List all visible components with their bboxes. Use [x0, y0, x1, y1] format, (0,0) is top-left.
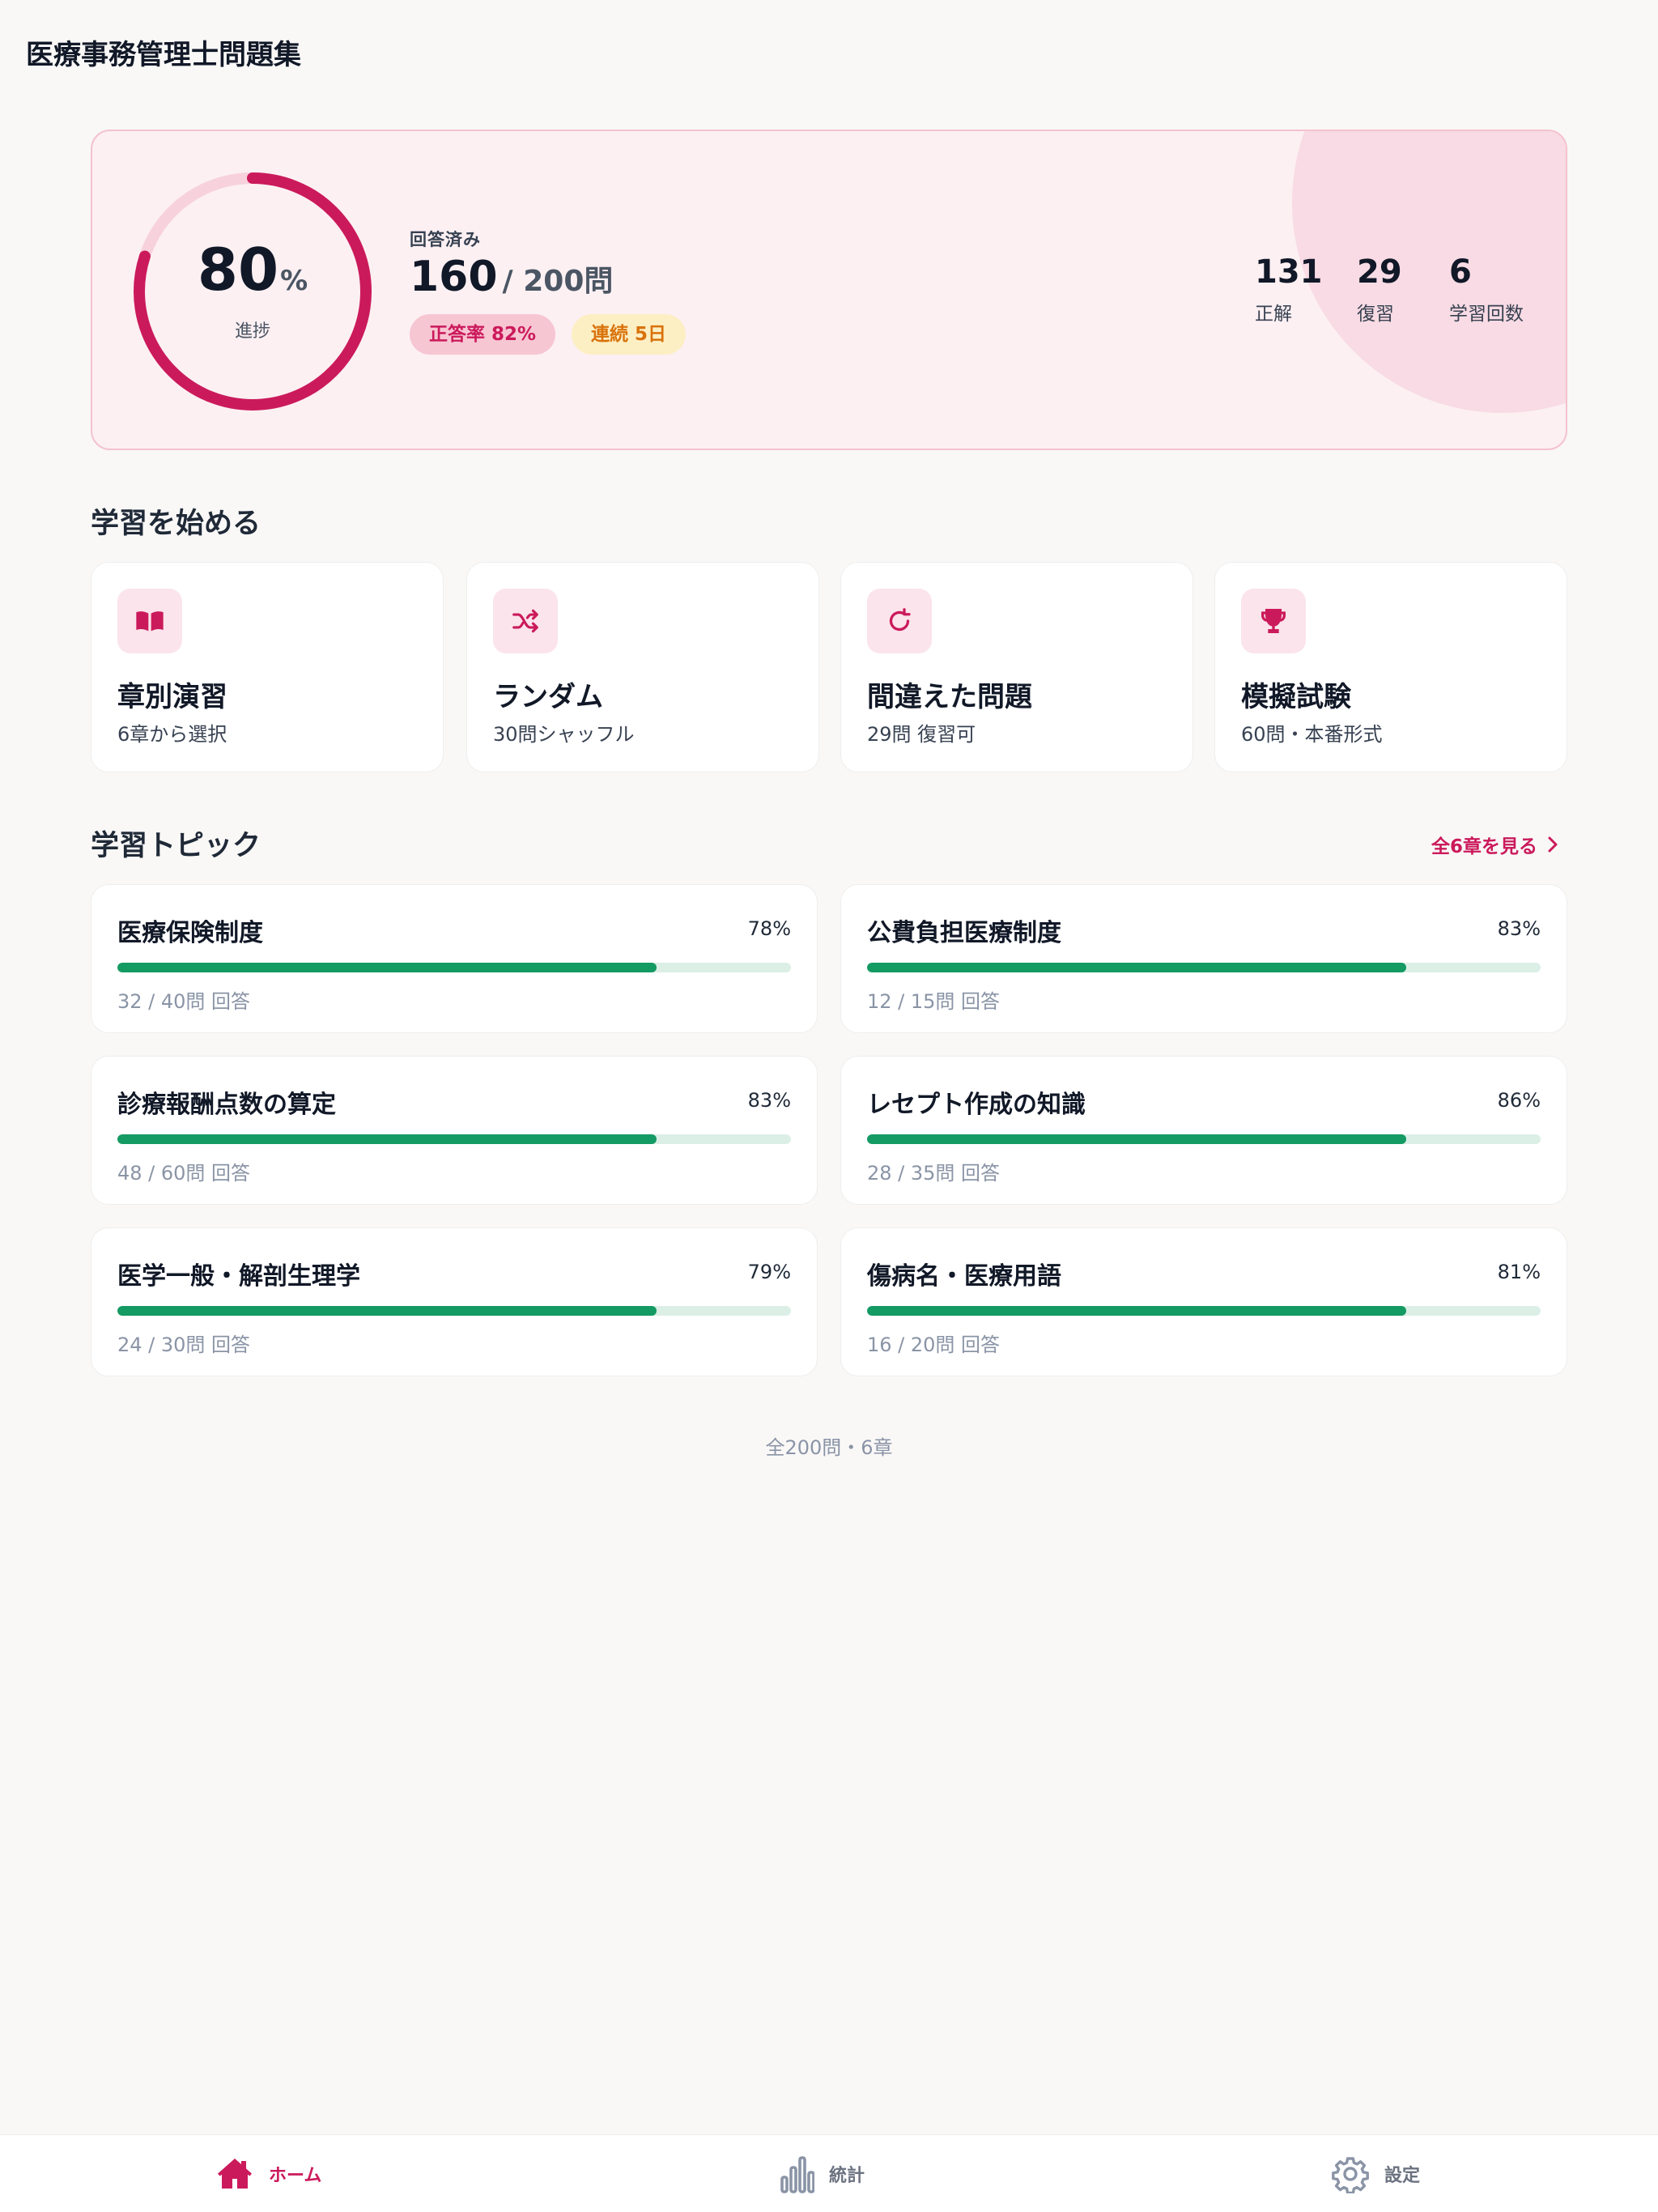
mistakes-button[interactable]: 間違えた問題 29問 復習可 [840, 562, 1193, 772]
topic-progress-track [867, 963, 1541, 972]
see-all-chapters-link[interactable]: 全6章を見る [1431, 831, 1560, 858]
action-subtitle: 60問・本番形式 [1241, 723, 1383, 746]
tab-label: ホーム [269, 2166, 322, 2186]
stat-label: 復習 [1357, 304, 1394, 325]
topic-card-terminology[interactable]: 傷病名・医療用語 81% 16 / 20問 回答 [840, 1227, 1567, 1376]
topic-progress-fill [867, 963, 1406, 972]
action-title: 間違えた問題 [867, 681, 1032, 713]
chevron-right-icon [1548, 836, 1558, 853]
stat-value: 131 [1255, 253, 1323, 291]
section-title-start: 学習を始める [91, 508, 261, 540]
gear-icon [1332, 2157, 1369, 2193]
action-title: 章別演習 [117, 681, 227, 713]
accuracy-badge: 正答率 82% [410, 314, 556, 355]
tab-stats[interactable]: 統計 [779, 2135, 865, 2212]
action-subtitle: 6章から選択 [117, 723, 227, 746]
stat-value: 6 [1449, 253, 1472, 291]
action-subtitle: 30問シャッフル [493, 723, 635, 746]
stat-label: 正解 [1255, 304, 1292, 325]
stat-value: 29 [1357, 253, 1402, 291]
trophy-icon [1241, 589, 1306, 653]
topic-percent: 79% [747, 1261, 791, 1283]
action-title: ランダム [493, 681, 603, 713]
stat-sessions: 6 学習回数 [1449, 254, 1524, 325]
topic-percent: 83% [747, 1089, 791, 1112]
chapter-practice-button[interactable]: 章別演習 6章から選択 [91, 562, 444, 772]
topic-name: 診療報酬点数の算定 [117, 1091, 336, 1119]
topic-percent: 86% [1497, 1089, 1541, 1112]
bottom-tab-bar: ホーム 統計 設定 [0, 2134, 1658, 2212]
topic-card-medical-insurance[interactable]: 医療保険制度 78% 32 / 40問 回答 [91, 884, 818, 1033]
topic-progress-track [117, 1306, 791, 1316]
topic-percent: 83% [1497, 917, 1541, 940]
topic-percent: 78% [747, 917, 791, 940]
retry-icon [867, 589, 932, 653]
topic-progress-fill [117, 1306, 657, 1316]
progress-percent: 80 [197, 236, 279, 304]
topic-card-anatomy[interactable]: 医学一般・解剖生理学 79% 24 / 30問 回答 [91, 1227, 818, 1376]
topic-name: 医学一般・解剖生理学 [117, 1262, 360, 1291]
stat-correct: 131 正解 [1255, 254, 1323, 325]
topic-progress-fill [117, 1134, 657, 1144]
topic-answer-count: 48 / 60問 回答 [117, 1162, 251, 1185]
topic-progress-fill [867, 1306, 1406, 1316]
stats-icon [780, 2156, 814, 2193]
topic-progress-track [867, 1134, 1541, 1144]
total-summary: 全200問・6章 [765, 1436, 893, 1459]
decorative-circle [1292, 131, 1566, 413]
topic-card-fee-calculation[interactable]: 診療報酬点数の算定 83% 48 / 60問 回答 [91, 1056, 818, 1205]
topic-answer-count: 16 / 20問 回答 [867, 1334, 1001, 1356]
topic-progress-track [867, 1306, 1541, 1316]
shuffle-icon [493, 589, 558, 653]
tab-home[interactable]: ホーム [215, 2135, 321, 2212]
progress-percent-unit: % [280, 265, 308, 297]
answered-number: 160 [410, 253, 498, 301]
topic-name: 公費負担医療制度 [867, 919, 1061, 947]
mock-exam-button[interactable]: 模擬試験 60問・本番形式 [1214, 562, 1567, 772]
topic-answer-count: 32 / 40問 回答 [117, 990, 251, 1013]
topic-name: 傷病名・医療用語 [867, 1262, 1061, 1291]
topic-progress-track [117, 963, 791, 972]
streak-badge: 連続 5日 [572, 314, 687, 355]
section-title-topics: 学習トピック [91, 830, 261, 862]
answered-count: 160/ 200問 [410, 253, 613, 301]
tab-settings[interactable]: 設定 [1331, 2135, 1420, 2212]
answered-label: 回答済み [410, 230, 481, 249]
random-button[interactable]: ランダム 30問シャッフル [466, 562, 819, 772]
topic-progress-fill [117, 963, 657, 972]
topic-name: レセプト作成の知識 [867, 1091, 1086, 1119]
progress-label: 進捗 [234, 321, 270, 342]
action-title: 模擬試験 [1241, 681, 1351, 713]
answered-total: / 200問 [502, 265, 614, 298]
action-subtitle: 29問 復習可 [867, 723, 976, 746]
topic-answer-count: 24 / 30問 回答 [117, 1334, 251, 1356]
book-icon [117, 589, 182, 653]
home-icon [218, 2159, 252, 2189]
topic-answer-count: 28 / 35問 回答 [867, 1162, 1001, 1185]
topic-card-receipt[interactable]: レセプト作成の知識 86% 28 / 35問 回答 [840, 1056, 1567, 1205]
stat-label: 学習回数 [1449, 304, 1524, 325]
stat-review: 29 復習 [1357, 254, 1402, 325]
tab-label: 設定 [1384, 2166, 1421, 2186]
topic-name: 医療保険制度 [117, 919, 263, 947]
topic-answer-count: 12 / 15問 回答 [867, 990, 1001, 1013]
progress-ring-center: 80% 進捗 [131, 170, 374, 413]
topic-card-public-expense[interactable]: 公費負担医療制度 83% 12 / 15問 回答 [840, 884, 1567, 1033]
see-all-label: 全6章を見る [1431, 836, 1538, 857]
topic-progress-fill [867, 1134, 1406, 1144]
topic-progress-track [117, 1134, 791, 1144]
app-title: 医療事務管理士問題集 [26, 39, 301, 71]
tab-label: 統計 [829, 2166, 865, 2186]
topic-percent: 81% [1497, 1261, 1541, 1283]
progress-card: 80% 進捗 回答済み 160/ 200問 正答率 82% 連続 5日 131 … [91, 130, 1567, 450]
